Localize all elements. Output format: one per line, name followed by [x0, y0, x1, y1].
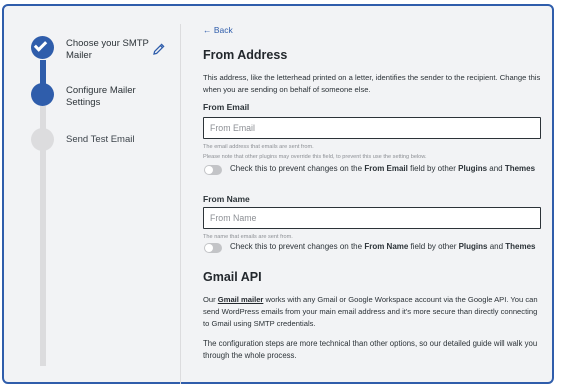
step-2-label: Configure Mailer Settings — [66, 85, 136, 108]
from-name-label: From Name — [203, 194, 250, 204]
edit-pencil-icon[interactable] — [152, 42, 166, 56]
from-email-override-note: Please note that other plugins may overr… — [203, 154, 427, 160]
step-3-indicator — [31, 128, 54, 151]
force-from-name-toggle[interactable] — [204, 243, 222, 253]
gmail-api-guide-note: The configuration steps are more technic… — [203, 339, 538, 360]
back-link[interactable]: ← Back — [203, 25, 233, 35]
step-1-check-icon — [31, 36, 54, 59]
from-address-heading: From Address — [203, 48, 288, 62]
gmail-api-heading: Gmail API — [203, 270, 262, 284]
gmail-mailer-link[interactable]: Gmail mailer — [218, 295, 264, 304]
gmail-api-description: Our Gmail mailer works with any Gmail or… — [203, 295, 538, 328]
step-2-indicator — [31, 83, 54, 106]
stepper-divider — [180, 24, 181, 384]
force-from-name-text: Check this to prevent changes on the Fro… — [230, 242, 536, 251]
force-from-name-row: Check this to prevent changes on the Fro… — [203, 242, 548, 254]
step-1-label: Choose your SMTP Mailer — [66, 38, 149, 61]
from-name-input[interactable] — [203, 207, 541, 229]
from-name-help: The name that emails are sent from. — [203, 234, 293, 240]
setup-wizard-panel: Choose your SMTP Mailer Configure Mailer… — [2, 4, 554, 384]
from-address-description: This address, like the letterhead printe… — [203, 73, 541, 94]
from-email-input[interactable] — [203, 117, 541, 139]
from-email-help: The email address that emails are sent f… — [203, 144, 314, 150]
force-from-email-row: Check this to prevent changes on the Fro… — [203, 164, 548, 176]
step-3-label: Send Test Email — [66, 134, 135, 145]
force-from-email-text: Check this to prevent changes on the Fro… — [230, 164, 536, 173]
wizard-stepper: Choose your SMTP Mailer Configure Mailer… — [4, 6, 180, 382]
force-from-email-toggle[interactable] — [204, 165, 222, 175]
from-email-label: From Email — [203, 102, 250, 112]
